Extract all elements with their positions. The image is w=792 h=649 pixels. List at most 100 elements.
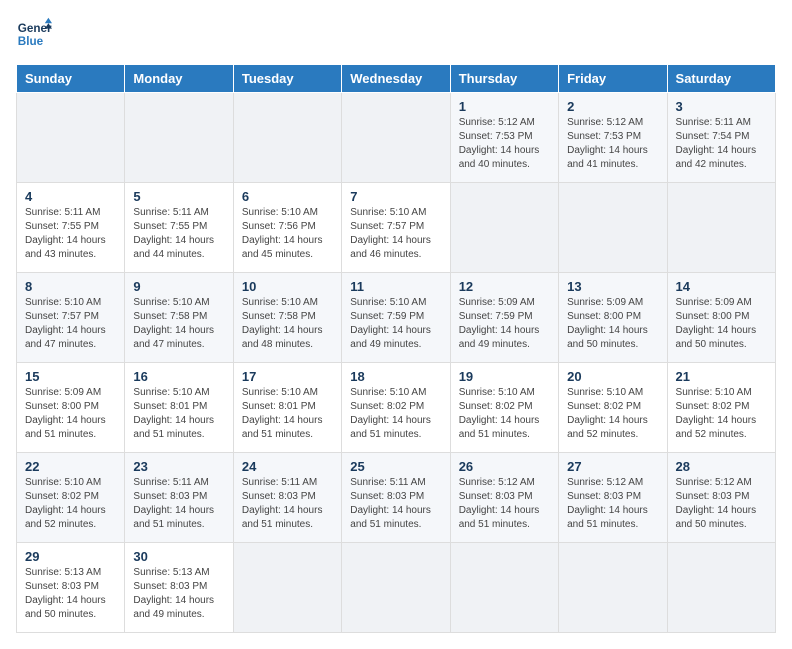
calendar-cell bbox=[559, 543, 667, 633]
calendar-cell: 6 Sunrise: 5:10 AMSunset: 7:56 PMDayligh… bbox=[233, 183, 341, 273]
week-row-2: 4 Sunrise: 5:11 AMSunset: 7:55 PMDayligh… bbox=[17, 183, 776, 273]
calendar-cell: 24 Sunrise: 5:11 AMSunset: 8:03 PMDaylig… bbox=[233, 453, 341, 543]
calendar-cell bbox=[667, 543, 775, 633]
calendar-cell bbox=[342, 93, 450, 183]
day-number: 15 bbox=[25, 369, 116, 384]
day-info: Sunrise: 5:10 AMSunset: 8:02 PMDaylight:… bbox=[459, 387, 540, 440]
day-number: 14 bbox=[676, 279, 767, 294]
day-info: Sunrise: 5:11 AMSunset: 8:03 PMDaylight:… bbox=[133, 477, 214, 530]
svg-text:Blue: Blue bbox=[18, 35, 44, 48]
day-number: 17 bbox=[242, 369, 333, 384]
day-number: 13 bbox=[567, 279, 658, 294]
day-number: 27 bbox=[567, 459, 658, 474]
header-day-friday: Friday bbox=[559, 65, 667, 93]
day-info: Sunrise: 5:10 AMSunset: 7:57 PMDaylight:… bbox=[350, 207, 431, 260]
week-row-4: 15 Sunrise: 5:09 AMSunset: 8:00 PMDaylig… bbox=[17, 363, 776, 453]
day-number: 1 bbox=[459, 99, 550, 114]
calendar-cell bbox=[233, 543, 341, 633]
day-info: Sunrise: 5:13 AMSunset: 8:03 PMDaylight:… bbox=[133, 567, 214, 620]
day-number: 2 bbox=[567, 99, 658, 114]
header-day-monday: Monday bbox=[125, 65, 233, 93]
day-number: 6 bbox=[242, 189, 333, 204]
calendar-body: 1 Sunrise: 5:12 AMSunset: 7:53 PMDayligh… bbox=[17, 93, 776, 633]
calendar-cell bbox=[342, 543, 450, 633]
week-row-3: 8 Sunrise: 5:10 AMSunset: 7:57 PMDayligh… bbox=[17, 273, 776, 363]
header: General Blue bbox=[16, 16, 776, 52]
day-info: Sunrise: 5:10 AMSunset: 8:02 PMDaylight:… bbox=[25, 477, 106, 530]
calendar-cell: 30 Sunrise: 5:13 AMSunset: 8:03 PMDaylig… bbox=[125, 543, 233, 633]
svg-text:General: General bbox=[18, 22, 52, 35]
day-info: Sunrise: 5:12 AMSunset: 8:03 PMDaylight:… bbox=[459, 477, 540, 530]
day-number: 4 bbox=[25, 189, 116, 204]
day-info: Sunrise: 5:10 AMSunset: 8:02 PMDaylight:… bbox=[676, 387, 757, 440]
day-info: Sunrise: 5:11 AMSunset: 7:55 PMDaylight:… bbox=[133, 207, 214, 260]
day-number: 26 bbox=[459, 459, 550, 474]
day-info: Sunrise: 5:11 AMSunset: 7:54 PMDaylight:… bbox=[676, 117, 757, 170]
calendar-cell bbox=[17, 93, 125, 183]
day-info: Sunrise: 5:10 AMSunset: 8:02 PMDaylight:… bbox=[350, 387, 431, 440]
calendar-cell: 23 Sunrise: 5:11 AMSunset: 8:03 PMDaylig… bbox=[125, 453, 233, 543]
day-info: Sunrise: 5:13 AMSunset: 8:03 PMDaylight:… bbox=[25, 567, 106, 620]
calendar-cell: 8 Sunrise: 5:10 AMSunset: 7:57 PMDayligh… bbox=[17, 273, 125, 363]
calendar-cell: 11 Sunrise: 5:10 AMSunset: 7:59 PMDaylig… bbox=[342, 273, 450, 363]
header-day-wednesday: Wednesday bbox=[342, 65, 450, 93]
day-number: 16 bbox=[133, 369, 224, 384]
calendar-cell: 14 Sunrise: 5:09 AMSunset: 8:00 PMDaylig… bbox=[667, 273, 775, 363]
day-info: Sunrise: 5:12 AMSunset: 7:53 PMDaylight:… bbox=[459, 117, 540, 170]
day-number: 18 bbox=[350, 369, 441, 384]
calendar-cell bbox=[233, 93, 341, 183]
day-number: 22 bbox=[25, 459, 116, 474]
calendar-cell: 13 Sunrise: 5:09 AMSunset: 8:00 PMDaylig… bbox=[559, 273, 667, 363]
header-row: SundayMondayTuesdayWednesdayThursdayFrid… bbox=[17, 65, 776, 93]
day-number: 5 bbox=[133, 189, 224, 204]
calendar-cell: 2 Sunrise: 5:12 AMSunset: 7:53 PMDayligh… bbox=[559, 93, 667, 183]
week-row-1: 1 Sunrise: 5:12 AMSunset: 7:53 PMDayligh… bbox=[17, 93, 776, 183]
day-number: 12 bbox=[459, 279, 550, 294]
calendar-header: SundayMondayTuesdayWednesdayThursdayFrid… bbox=[17, 65, 776, 93]
day-number: 24 bbox=[242, 459, 333, 474]
week-row-5: 22 Sunrise: 5:10 AMSunset: 8:02 PMDaylig… bbox=[17, 453, 776, 543]
day-info: Sunrise: 5:12 AMSunset: 8:03 PMDaylight:… bbox=[676, 477, 757, 530]
header-day-tuesday: Tuesday bbox=[233, 65, 341, 93]
day-number: 23 bbox=[133, 459, 224, 474]
day-info: Sunrise: 5:10 AMSunset: 7:58 PMDaylight:… bbox=[133, 297, 214, 350]
calendar-cell: 19 Sunrise: 5:10 AMSunset: 8:02 PMDaylig… bbox=[450, 363, 558, 453]
day-info: Sunrise: 5:09 AMSunset: 8:00 PMDaylight:… bbox=[676, 297, 757, 350]
day-number: 11 bbox=[350, 279, 441, 294]
day-number: 8 bbox=[25, 279, 116, 294]
calendar-cell: 4 Sunrise: 5:11 AMSunset: 7:55 PMDayligh… bbox=[17, 183, 125, 273]
logo-icon: General Blue bbox=[16, 16, 52, 52]
day-info: Sunrise: 5:09 AMSunset: 7:59 PMDaylight:… bbox=[459, 297, 540, 350]
day-number: 25 bbox=[350, 459, 441, 474]
calendar-cell: 20 Sunrise: 5:10 AMSunset: 8:02 PMDaylig… bbox=[559, 363, 667, 453]
calendar-cell: 5 Sunrise: 5:11 AMSunset: 7:55 PMDayligh… bbox=[125, 183, 233, 273]
day-info: Sunrise: 5:10 AMSunset: 7:59 PMDaylight:… bbox=[350, 297, 431, 350]
calendar-cell: 16 Sunrise: 5:10 AMSunset: 8:01 PMDaylig… bbox=[125, 363, 233, 453]
day-info: Sunrise: 5:10 AMSunset: 8:01 PMDaylight:… bbox=[133, 387, 214, 440]
day-info: Sunrise: 5:11 AMSunset: 7:55 PMDaylight:… bbox=[25, 207, 106, 260]
calendar-cell: 18 Sunrise: 5:10 AMSunset: 8:02 PMDaylig… bbox=[342, 363, 450, 453]
day-info: Sunrise: 5:11 AMSunset: 8:03 PMDaylight:… bbox=[242, 477, 323, 530]
calendar-cell: 3 Sunrise: 5:11 AMSunset: 7:54 PMDayligh… bbox=[667, 93, 775, 183]
calendar-cell: 25 Sunrise: 5:11 AMSunset: 8:03 PMDaylig… bbox=[342, 453, 450, 543]
calendar-cell bbox=[450, 183, 558, 273]
day-number: 21 bbox=[676, 369, 767, 384]
header-day-thursday: Thursday bbox=[450, 65, 558, 93]
calendar-cell: 17 Sunrise: 5:10 AMSunset: 8:01 PMDaylig… bbox=[233, 363, 341, 453]
calendar-cell: 28 Sunrise: 5:12 AMSunset: 8:03 PMDaylig… bbox=[667, 453, 775, 543]
calendar-cell: 29 Sunrise: 5:13 AMSunset: 8:03 PMDaylig… bbox=[17, 543, 125, 633]
calendar-cell bbox=[559, 183, 667, 273]
calendar-cell: 21 Sunrise: 5:10 AMSunset: 8:02 PMDaylig… bbox=[667, 363, 775, 453]
day-info: Sunrise: 5:10 AMSunset: 7:57 PMDaylight:… bbox=[25, 297, 106, 350]
calendar-cell bbox=[667, 183, 775, 273]
week-row-6: 29 Sunrise: 5:13 AMSunset: 8:03 PMDaylig… bbox=[17, 543, 776, 633]
day-info: Sunrise: 5:10 AMSunset: 8:01 PMDaylight:… bbox=[242, 387, 323, 440]
day-number: 20 bbox=[567, 369, 658, 384]
day-info: Sunrise: 5:10 AMSunset: 8:02 PMDaylight:… bbox=[567, 387, 648, 440]
day-info: Sunrise: 5:09 AMSunset: 8:00 PMDaylight:… bbox=[567, 297, 648, 350]
calendar-cell: 9 Sunrise: 5:10 AMSunset: 7:58 PMDayligh… bbox=[125, 273, 233, 363]
calendar-cell bbox=[450, 543, 558, 633]
day-info: Sunrise: 5:10 AMSunset: 7:56 PMDaylight:… bbox=[242, 207, 323, 260]
day-number: 30 bbox=[133, 549, 224, 564]
calendar-cell: 26 Sunrise: 5:12 AMSunset: 8:03 PMDaylig… bbox=[450, 453, 558, 543]
